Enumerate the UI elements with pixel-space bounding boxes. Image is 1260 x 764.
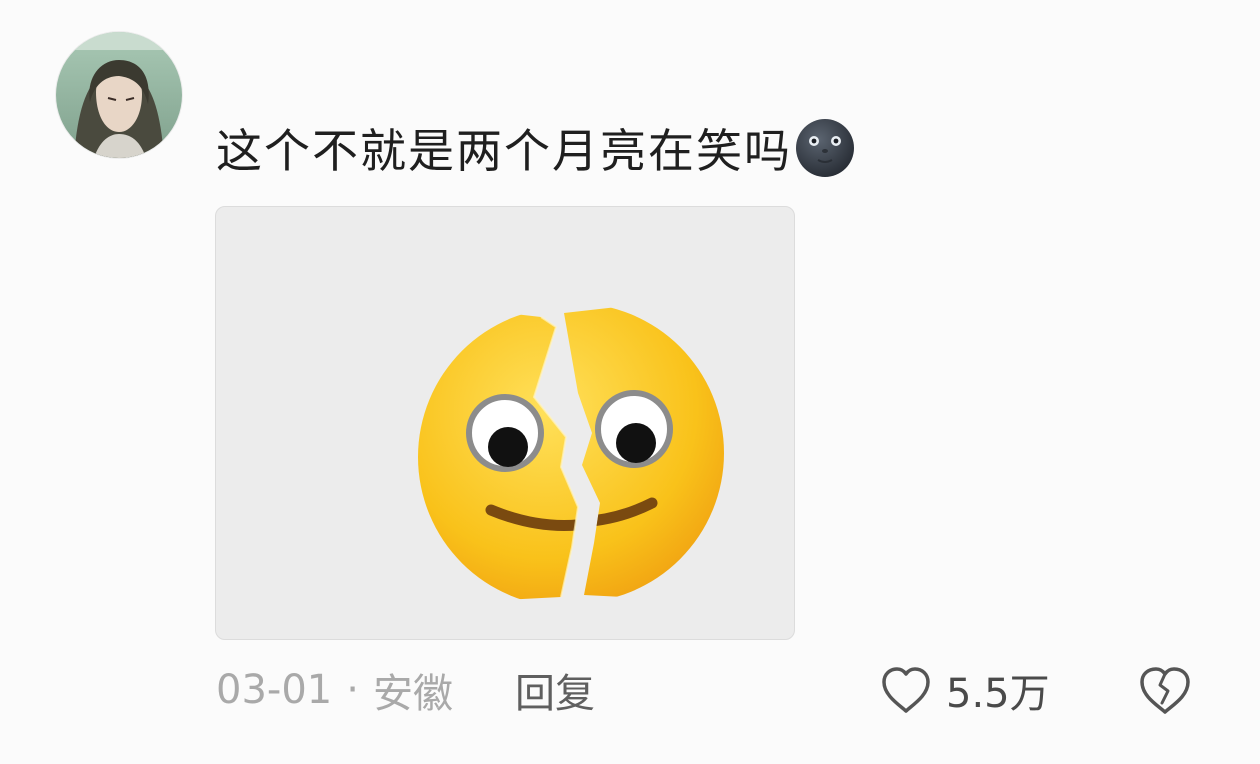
comment-date: 03-01 bbox=[216, 667, 333, 713]
heart-outline-icon bbox=[882, 667, 930, 713]
avatar[interactable] bbox=[56, 32, 182, 158]
new-moon-face-icon bbox=[794, 117, 856, 179]
like-button[interactable]: 5.5万 bbox=[878, 660, 1050, 720]
broken-smiley-face-icon bbox=[418, 303, 724, 607]
comment-location: 安徽 bbox=[372, 671, 453, 717]
like-count: 5.5万 bbox=[946, 671, 1050, 717]
comment-text: 这个不就是两个月亮在笑吗 bbox=[216, 116, 856, 180]
meta-separator: · bbox=[346, 667, 359, 713]
reply-button[interactable]: 回复 bbox=[515, 661, 595, 719]
sticker-image[interactable] bbox=[215, 206, 795, 640]
dislike-button[interactable] bbox=[1136, 660, 1196, 720]
comment-item: 这个不就是两个月亮在笑吗 03-01 · 安徽 回复 5.5万 bbox=[0, 0, 1260, 764]
comment-body: 这个不就是两个月亮在笑吗 bbox=[216, 124, 792, 178]
avatar-image bbox=[56, 32, 182, 158]
comment-meta: 03-01 · 安徽 回复 bbox=[216, 660, 595, 720]
broken-heart-outline-icon bbox=[1140, 667, 1190, 714]
